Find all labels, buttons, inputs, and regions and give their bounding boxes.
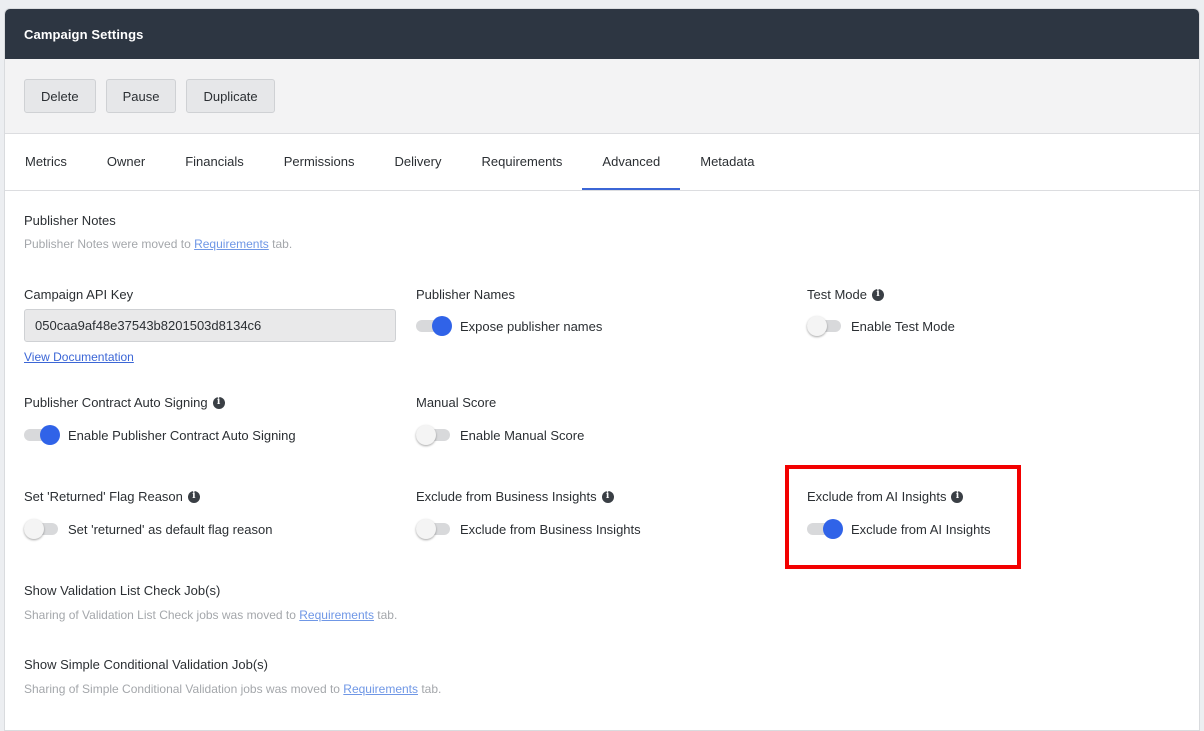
ai-insights-title-text: Exclude from AI Insights	[807, 489, 947, 504]
info-icon[interactable]: i	[951, 490, 964, 503]
auto-signing-toggle[interactable]	[24, 425, 60, 445]
ai-insights-toggle-label: Exclude from AI Insights	[851, 521, 991, 537]
test-mode-toggle-row: Enable Test Mode	[807, 316, 955, 336]
publisher-names-toggle-row: Expose publisher names	[416, 316, 602, 336]
manual-score-toggle[interactable]	[416, 425, 452, 445]
page-title: Campaign Settings	[5, 9, 1199, 59]
publisher-names-toggle-label: Expose publisher names	[460, 318, 603, 334]
campaign-settings-panel: Campaign Settings Delete Pause Duplicate…	[4, 8, 1200, 731]
ai-insights-title: Exclude from AI Insights i	[807, 489, 964, 504]
ai-insights-toggle-row: Exclude from AI Insights	[807, 519, 990, 539]
publisher-notes-requirements-link[interactable]: Requirements	[194, 237, 269, 251]
tab-permissions[interactable]: Permissions	[264, 134, 375, 190]
business-insights-toggle-row: Exclude from Business Insights	[416, 519, 641, 539]
auto-signing-toggle-row: Enable Publisher Contract Auto Signing	[24, 425, 296, 445]
validation-list-requirements-link[interactable]: Requirements	[299, 608, 374, 622]
test-mode-toggle[interactable]	[807, 316, 843, 336]
publisher-notes-text-before: Publisher Notes were moved to	[24, 237, 195, 251]
returned-flag-toggle-label: Set 'returned' as default flag reason	[68, 521, 273, 537]
view-documentation-link[interactable]: View Documentation	[24, 350, 134, 364]
returned-flag-toggle-row: Set 'returned' as default flag reason	[24, 519, 272, 539]
business-insights-toggle-label: Exclude from Business Insights	[460, 521, 641, 537]
info-icon[interactable]: i	[871, 288, 884, 301]
business-insights-title: Exclude from Business Insights i	[416, 489, 614, 504]
test-mode-title-text: Test Mode	[807, 287, 867, 302]
api-key-title: Campaign API Key	[24, 287, 134, 302]
pause-button[interactable]: Pause	[105, 79, 177, 113]
auto-signing-title: Publisher Contract Auto Signing i	[24, 395, 225, 410]
returned-flag-title: Set 'Returned' Flag Reason i	[24, 489, 200, 504]
conditional-validation-title: Show Simple Conditional Validation Job(s…	[24, 657, 268, 672]
delete-button[interactable]: Delete	[24, 79, 96, 113]
business-insights-title-text: Exclude from Business Insights	[416, 489, 597, 504]
publisher-notes-text: Publisher Notes were moved to Requiremen…	[24, 237, 292, 251]
publisher-notes-text-after: tab.	[268, 237, 293, 251]
api-key-field[interactable]: 050caa9af48e37543b8201503d8134c6	[24, 309, 396, 342]
action-bar: Delete Pause Duplicate	[5, 59, 1199, 134]
returned-flag-toggle[interactable]	[24, 519, 60, 539]
validation-list-text-after: tab.	[373, 608, 398, 622]
info-icon[interactable]: i	[187, 490, 200, 503]
conditional-validation-text: Sharing of Simple Conditional Validation…	[24, 682, 441, 696]
business-insights-toggle[interactable]	[416, 519, 452, 539]
validation-list-title: Show Validation List Check Job(s)	[24, 583, 221, 598]
auto-signing-toggle-label: Enable Publisher Contract Auto Signing	[68, 427, 296, 443]
highlight-box	[785, 465, 1021, 569]
validation-list-text: Sharing of Validation List Check jobs wa…	[24, 608, 397, 622]
duplicate-button[interactable]: Duplicate	[186, 79, 275, 113]
returned-flag-title-text: Set 'Returned' Flag Reason	[24, 489, 183, 504]
tab-owner[interactable]: Owner	[87, 134, 165, 190]
publisher-names-title: Publisher Names	[416, 287, 515, 302]
manual-score-toggle-row: Enable Manual Score	[416, 425, 584, 445]
manual-score-toggle-label: Enable Manual Score	[460, 427, 585, 443]
conditional-validation-text-before: Sharing of Simple Conditional Validation…	[24, 682, 344, 696]
info-icon[interactable]: i	[601, 490, 614, 503]
ai-insights-toggle[interactable]	[807, 519, 843, 539]
tab-requirements[interactable]: Requirements	[461, 134, 582, 190]
auto-signing-title-text: Publisher Contract Auto Signing	[24, 395, 208, 410]
tab-metrics[interactable]: Metrics	[5, 134, 87, 190]
test-mode-toggle-label: Enable Test Mode	[851, 318, 955, 334]
tab-metadata[interactable]: Metadata	[680, 134, 774, 190]
tab-financials[interactable]: Financials	[165, 134, 264, 190]
publisher-notes-title: Publisher Notes	[24, 213, 116, 228]
tab-bar: Metrics Owner Financials Permissions Del…	[5, 134, 1199, 191]
test-mode-title: Test Mode i	[807, 287, 884, 302]
conditional-validation-text-after: tab.	[418, 682, 442, 696]
manual-score-title: Manual Score	[416, 395, 497, 410]
publisher-names-toggle[interactable]	[416, 316, 452, 336]
validation-list-text-before: Sharing of Validation List Check jobs wa…	[24, 608, 300, 622]
tab-delivery[interactable]: Delivery	[375, 134, 462, 190]
info-icon[interactable]: i	[212, 396, 225, 409]
conditional-validation-requirements-link[interactable]: Requirements	[343, 682, 418, 696]
tab-advanced[interactable]: Advanced	[582, 134, 681, 190]
